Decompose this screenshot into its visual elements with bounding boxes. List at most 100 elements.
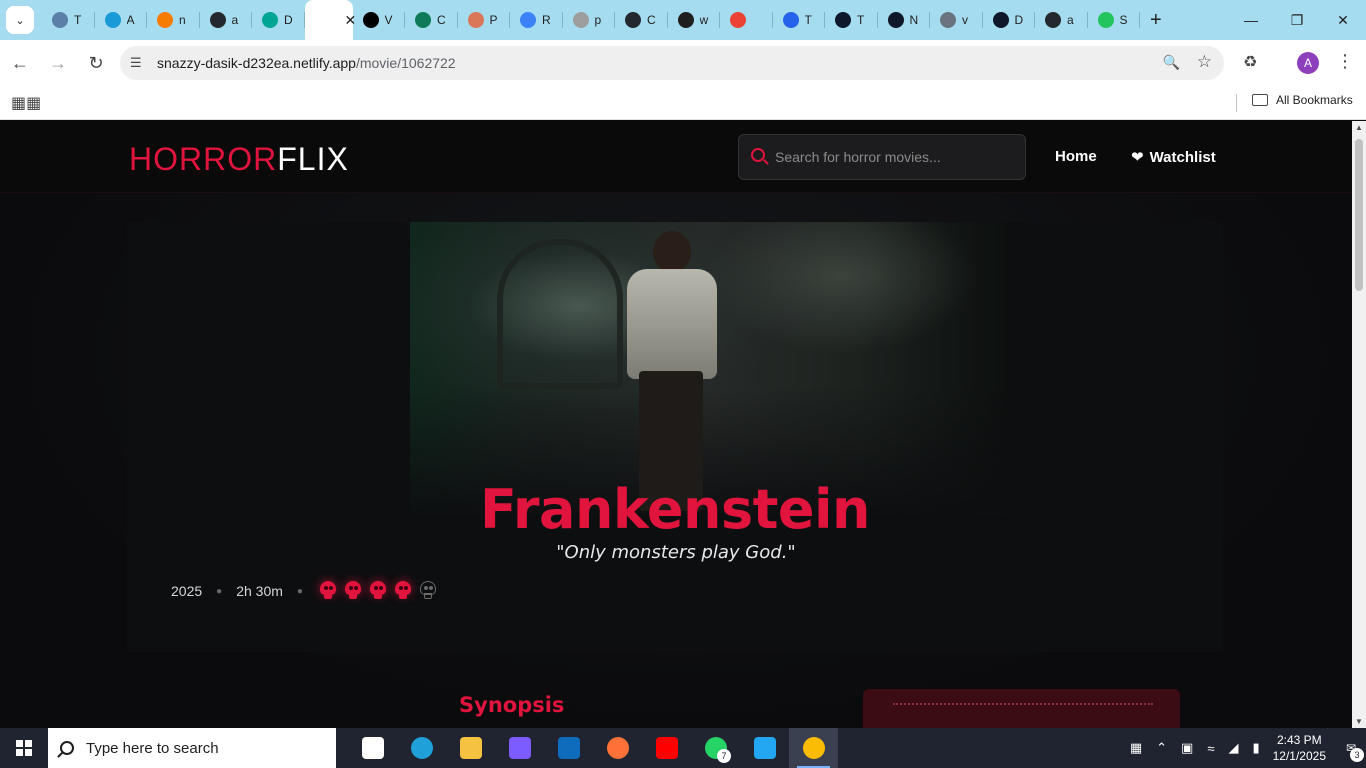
bookmarks-bar: ▦▦ All Bookmarks [0, 86, 1366, 120]
search-icon [60, 741, 74, 755]
taskbar-copilot[interactable] [495, 728, 544, 768]
zoom-icon[interactable]: 🔍 [1163, 54, 1180, 71]
start-button[interactable] [0, 728, 48, 768]
meta-separator: ● [296, 585, 303, 597]
taskbar-vscode[interactable] [740, 728, 789, 768]
battery-icon[interactable]: ▮ [1252, 740, 1259, 756]
extensions-icon[interactable]: ♻ [1243, 52, 1257, 72]
browser-tab[interactable]: T [825, 0, 878, 40]
system-tray: ▦ ⌃ ▣ ≈ ◢ ▮ 2:43 PM 12/1/2025 ✉ 3 [1123, 728, 1366, 768]
meet-icon[interactable]: ▣ [1181, 740, 1193, 756]
tab-favicon-icon [415, 12, 431, 28]
minimize-button[interactable]: — [1228, 0, 1274, 40]
browser-tab[interactable]: D [983, 0, 1036, 40]
taskbar-edge[interactable] [397, 728, 446, 768]
browser-tab[interactable]: C [405, 0, 458, 40]
browser-tab[interactable]: R [510, 0, 563, 40]
browser-tab[interactable]: S [1088, 0, 1141, 40]
taskbar-search[interactable]: Type here to search [48, 728, 336, 768]
menu-dots-icon[interactable]: ⋮ [1336, 51, 1354, 72]
site-info-icon[interactable]: ☰ [130, 55, 146, 71]
scroll-up-icon[interactable]: ▲ [1355, 123, 1363, 132]
nav-home-link[interactable]: Home [1055, 148, 1097, 165]
logo-flix: FLIX [277, 141, 349, 177]
taskbar-whatsapp[interactable]: 7 [691, 728, 740, 768]
browser-tab[interactable]: w [668, 0, 721, 40]
tab-title: v [962, 13, 968, 27]
poster-image [863, 689, 1180, 728]
bookmark-star-icon[interactable]: ☆ [1197, 52, 1212, 72]
tab-title: a [1067, 13, 1074, 27]
tab-favicon-icon [362, 12, 379, 28]
tab-title: N [909, 13, 919, 27]
forward-button[interactable]: → [40, 45, 76, 81]
taskbar-search-placeholder: Type here to search [86, 739, 219, 757]
skull-filled-icon [344, 581, 362, 601]
bookmarks-divider [1236, 94, 1237, 112]
close-window-button[interactable]: ✕ [1320, 0, 1366, 40]
skull-empty-icon [419, 581, 437, 601]
movie-runtime: 2h 30m [236, 583, 283, 599]
tab-title: a [231, 13, 239, 27]
url-text[interactable]: snazzy-dasik-d232ea.netlify.app/movie/10… [157, 55, 456, 71]
taskbar-youtube[interactable] [642, 728, 691, 768]
browser-tab[interactable]: T [773, 0, 826, 40]
taskbar-file-explorer[interactable] [446, 728, 495, 768]
restore-button[interactable]: ❐ [1274, 0, 1320, 40]
browser-tab[interactable] [720, 0, 773, 40]
folder-icon [1252, 94, 1268, 106]
tab-title: T [857, 13, 865, 27]
tab-title: V [384, 13, 393, 27]
tab-title: P [489, 13, 498, 27]
nav-watchlist-link[interactable]: ❤ Watchlist [1131, 148, 1216, 167]
browser-tab[interactable]: P [458, 0, 511, 40]
youtube-icon [655, 737, 678, 759]
chevron-up-icon[interactable]: ⌃ [1156, 740, 1167, 756]
taskbar-chrome[interactable] [789, 728, 838, 768]
taskbar-clock[interactable]: 2:43 PM 12/1/2025 [1273, 732, 1326, 764]
outlook-icon [557, 737, 580, 759]
browser-tab[interactable]: A [95, 0, 148, 40]
wifi-icon[interactable]: ◢ [1228, 740, 1238, 756]
notification-center[interactable]: ✉ 3 [1336, 728, 1366, 768]
tab-favicon-icon [1097, 12, 1114, 28]
browser-tab[interactable]: v [930, 0, 983, 40]
new-tab-button[interactable]: + [1150, 9, 1162, 32]
tab-search-button[interactable]: ⌄ [6, 6, 34, 34]
synopsis-heading: Synopsis [459, 693, 565, 717]
firefox-icon [606, 737, 629, 759]
browser-tab[interactable]: C [615, 0, 668, 40]
network-icon[interactable]: ≈ [1207, 741, 1214, 756]
browser-tab[interactable]: h✕ [304, 0, 356, 40]
tab-title: C [437, 13, 446, 27]
site-logo[interactable]: HORRORFLIX [129, 141, 349, 178]
scroll-down-icon[interactable]: ▼ [1355, 717, 1363, 726]
movie-search-input[interactable] [775, 145, 1015, 169]
address-bar[interactable]: ☰ snazzy-dasik-d232ea.netlify.app/movie/… [120, 46, 1224, 80]
all-bookmarks-button[interactable]: All Bookmarks [1252, 93, 1353, 107]
taskbar-outlook[interactable] [544, 728, 593, 768]
browser-tab[interactable]: n [147, 0, 200, 40]
browser-tab[interactable]: N [878, 0, 931, 40]
reload-button[interactable]: ↻ [78, 45, 114, 81]
taskbar-task-view[interactable] [348, 728, 397, 768]
edge-icon [410, 737, 433, 759]
browser-tab[interactable]: a [1035, 0, 1088, 40]
profile-avatar[interactable]: A [1297, 52, 1319, 74]
movie-meta: 2025 ● 2h 30m ● [171, 581, 444, 601]
browser-tab[interactable]: T [42, 0, 95, 40]
browser-tab[interactable]: a [200, 0, 253, 40]
browser-tab[interactable]: D [252, 0, 305, 40]
all-bookmarks-label: All Bookmarks [1276, 93, 1353, 107]
browser-tab[interactable]: V [353, 0, 406, 40]
back-button[interactable]: ← [2, 45, 38, 81]
clock-date: 12/1/2025 [1272, 749, 1326, 763]
tab-title: T [804, 13, 812, 27]
scrollbar-thumb[interactable] [1355, 139, 1363, 291]
page-scrollbar[interactable]: ▲ ▼ [1352, 121, 1366, 728]
apps-grid-icon[interactable]: ▦▦ [11, 93, 41, 113]
browser-tab[interactable]: p [563, 0, 616, 40]
taskbar-firefox[interactable] [593, 728, 642, 768]
tab-favicon-icon [572, 12, 589, 28]
news-icon[interactable]: ▦ [1130, 740, 1142, 756]
